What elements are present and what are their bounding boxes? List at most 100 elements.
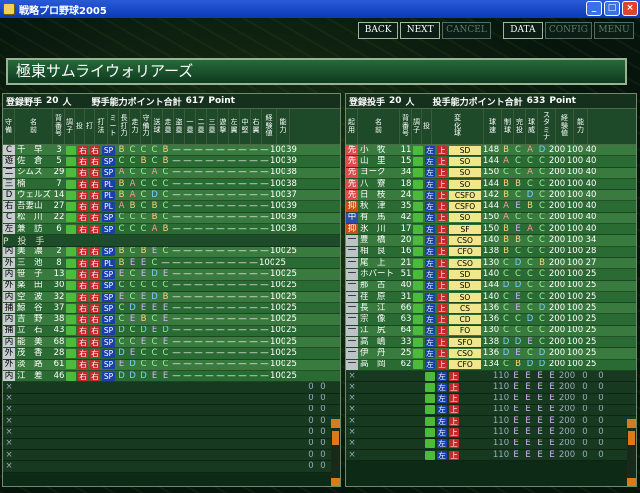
next-button[interactable]: NEXT <box>400 22 441 39</box>
empty-roster-slot[interactable]: × 左上 110 E E E E 200 0 0 <box>346 370 636 383</box>
empty-roster-slot[interactable]: × 左上 110 E E E E 200 0 0 <box>346 404 636 417</box>
scroll-up-icon[interactable] <box>331 419 340 428</box>
ability-grade: C <box>129 167 136 178</box>
minimize-button[interactable]: _ <box>586 1 602 16</box>
pitcher-row[interactable]: 一尾 上 21 左上 CSO 130 C D C B 200 100 27 <box>346 257 636 270</box>
pitcher-row[interactable]: 一荏 原 31 左上 SO 140 C E C C 200 100 25 <box>346 291 636 304</box>
fielder-row[interactable]: 右吾妻山 27 右右 PL A B C B C — — — — — — — — —100 39 <box>3 201 340 213</box>
scroll-down-icon[interactable] <box>331 478 340 486</box>
position-aptitude: — <box>172 314 181 325</box>
empty-roster-slot[interactable]: × 0 0 <box>3 427 340 439</box>
pitcher-row[interactable]: 一相 良 16 左上 CFO 138 B C C C 200 100 28 <box>346 246 636 258</box>
fielder-row[interactable]: 内笹 子 13 右右 SP E C E D E — — — — — — — — —100 25 <box>3 269 340 281</box>
position-aptitude: — <box>172 348 181 358</box>
fielder-row[interactable]: 捕立 石 43 右右 SP D C D E D — — — — — — — — —100 25 <box>3 325 340 338</box>
fielder-row[interactable]: 内能 美 68 右右 SP C C E C E — — — — — — — — —100 25 <box>3 337 340 349</box>
empty-roster-slot[interactable]: × 左上 110 E E E E 200 0 0 <box>346 450 636 462</box>
data-button[interactable]: DATA <box>502 22 543 39</box>
pitcher-row[interactable]: 一高 岡 62 左上 CFO 134 C B D D 200 100 25 <box>346 359 636 371</box>
pitcher-row[interactable]: 一長 江 66 左上 CS 136 C E C D 200 100 25 <box>346 303 636 315</box>
fielder-row[interactable]: 捕鯨 谷 37 右右 SP C D E E E — — — — — — — — —100 25 <box>3 303 340 315</box>
fielder-row[interactable]: 左兼 訪 6 右右 SP C C C A B — — — — — — — — —100 38 <box>3 224 340 236</box>
ability-grade: C <box>503 291 509 302</box>
pitcher-row[interactable]: 一江 尻 64 左上 FO 130 C C C C 200 100 25 <box>346 325 636 338</box>
empty-roster-slot[interactable]: × 0 0 <box>3 450 340 462</box>
pitcher-row[interactable]: 先ヨーク 34 左上 SO 150 C C A C 200 100 40 <box>346 167 636 179</box>
throw-slot: 上 <box>449 394 459 404</box>
fielder-row[interactable]: 二シムス 29 右右 SP A C C A C — — — — — — — — —100 38 <box>3 167 340 179</box>
fielders-list[interactable]: C千 早 3 右右 SP B C C C B — — — — — — — — —100 39 遊佐 倉 5 右右 SP C C B… <box>3 145 340 473</box>
empty-roster-slot[interactable]: × 左上 110 E E E E 200 0 0 <box>346 382 636 394</box>
position-aptitude: — <box>238 167 247 178</box>
fielder-row[interactable]: 外三 池 8 右右 PL B E E C — — — — — — — — —100 25 <box>3 257 340 270</box>
fielder-row[interactable]: D ウェルズ 14 右右 PL B A C D C — — — — — — — — —100 37 <box>3 190 340 202</box>
empty-roster-slot[interactable]: × 左上 110 E E E E 200 0 0 <box>346 416 636 428</box>
condition-icon <box>66 337 76 347</box>
menu-button[interactable]: MENU <box>594 22 634 39</box>
position-aptitude: — <box>216 201 225 212</box>
pitcher-row[interactable]: 一ホバート 51 左上 SD 140 C C C C 200 100 25 <box>346 269 636 281</box>
fielders-scrollbar[interactable] <box>331 419 340 486</box>
position-aptitude: — <box>172 246 181 257</box>
scroll-thumb[interactable] <box>332 431 339 445</box>
pitchers-list[interactable]: 先小 牧 11 左上 SD 148 B C A D 200 100 40 先山 里 15 左上 SO 144 A C… <box>346 145 636 462</box>
condition-icon <box>66 348 76 358</box>
ability-value: 25 <box>585 325 597 336</box>
config-button[interactable]: CONFIG <box>544 22 592 39</box>
pitcher-row[interactable]: 抑氷 川 17 左上 SF 150 B E A C 200 100 40 <box>346 224 636 236</box>
fielder-row[interactable]: 外茂 香 28 右右 SP D E C C C — — — — — — — — —100 25 <box>3 348 340 360</box>
maximize-button[interactable]: □ <box>604 1 620 16</box>
pitcher-row[interactable]: 一宗 像 63 左上 CD 136 C C D C 200 100 25 <box>346 314 636 326</box>
fielder-row[interactable]: 外淡 路 61 右右 SP E D C C C — — — — — — — — —100 25 <box>3 359 340 371</box>
fielder-row[interactable]: C松 川 22 右右 SP C C C B C — — — — — — — — —100 39 <box>3 212 340 225</box>
empty-roster-slot[interactable]: × 0 0 <box>3 438 340 451</box>
fielder-row[interactable]: 遊佐 倉 5 右右 SP C C B C B — — — — — — — — —100 39 <box>3 156 340 168</box>
ability-grade: B <box>140 156 147 166</box>
fielders-col-header: 名 前 <box>15 109 53 144</box>
fielder-row[interactable]: 内江 差 46 右右 SP D D D E E — — — — — — — — —100 25 <box>3 370 340 383</box>
condition-icon <box>413 236 423 246</box>
pitcher-row[interactable]: 先日 枝 24 左上 CSFO 142 B C D C 200 100 40 <box>346 190 636 202</box>
pitcher-row[interactable]: 一豊 橋 20 左上 CSO 140 B B C C 200 100 34 <box>346 235 636 247</box>
fielder-row[interactable]: C千 早 3 右右 SP B C C C B — — — — — — — — —100 39 <box>3 145 340 157</box>
ability-grade: D <box>526 359 534 370</box>
scroll-thumb[interactable] <box>628 431 635 445</box>
condition-icon <box>66 360 76 370</box>
empty-roster-slot[interactable]: × 左上 110 E E E E 200 0 0 <box>346 393 636 405</box>
ability-grade: C <box>129 269 136 279</box>
back-button[interactable]: BACK <box>358 22 399 39</box>
experience-value: 0 <box>308 461 314 471</box>
fielder-row[interactable]: 内吉 野 38 右右 SP C E B C E — — — — — — — — —100 25 <box>3 314 340 326</box>
fielder-row[interactable]: 外薬 田 30 右右 SP C C C C C — — — — — — — — —100 25 <box>3 280 340 292</box>
pitcher-row[interactable]: 先山 里 15 左上 SO 144 A C C C 200 100 40 <box>346 156 636 168</box>
cancel-button[interactable]: CANCEL <box>442 22 491 39</box>
empty-roster-slot[interactable]: × 左上 110 E E E E 200 0 0 <box>346 427 636 439</box>
pitcher-row[interactable]: 一高 嶋 33 左上 SFO 138 D D E C 200 100 25 <box>346 337 636 349</box>
pitcher-row[interactable]: 抑秋 津 35 左上 CSFO 144 A E B C 200 100 40 <box>346 201 636 213</box>
pitcher-row[interactable]: 先八 寮 18 左上 SO 144 B B C C 200 100 40 <box>346 178 636 191</box>
stamina: 200 <box>558 450 576 460</box>
empty-roster-slot[interactable]: × 0 0 <box>3 416 340 428</box>
close-button[interactable]: × <box>622 1 638 16</box>
player-name: 相 良 <box>360 246 386 257</box>
pitcher-row[interactable]: 一那 古 40 左上 SD 144 D D C C 200 100 25 <box>346 280 636 292</box>
fielders-col-header: 投 <box>75 109 85 144</box>
scroll-down-icon[interactable] <box>627 478 636 486</box>
empty-roster-slot[interactable]: × 左上 110 E E E E 200 0 0 <box>346 438 636 451</box>
ability-grade: E <box>151 303 158 313</box>
pitcher-row[interactable]: 一伊 丹 25 左上 CSO 136 D E C D 200 100 25 <box>346 348 636 360</box>
ability-grade: E <box>162 269 169 279</box>
fielder-row[interactable]: 三楠 7 右右 PL B A C C C — — — — — — — — —100 38 <box>3 178 340 191</box>
empty-roster-slot[interactable]: × 0 0 <box>3 461 340 473</box>
pitcher-row[interactable]: 中有 馬 42 左上 SO 150 A C C C 200 100 40 <box>346 212 636 225</box>
empty-roster-slot[interactable]: × 0 0 <box>3 393 340 405</box>
empty-roster-slot[interactable]: × 0 0 <box>3 382 340 394</box>
ability-grade: B <box>515 359 521 370</box>
scroll-up-icon[interactable] <box>627 419 636 428</box>
pitcher-row[interactable]: 先小 牧 11 左上 SD 148 B C A D 200 100 40 <box>346 145 636 157</box>
empty-roster-slot[interactable]: × 0 0 <box>3 404 340 417</box>
pitchers-scrollbar[interactable] <box>627 419 636 486</box>
throw-hand: 左 <box>425 224 435 234</box>
fielder-row[interactable]: 内美 濃 2 右右 SP B C B E C — — — — — — — — —100 25 <box>3 246 340 258</box>
fielder-row[interactable]: 内空 波 32 右右 SP E C E D B — — — — — — — — —100 25 <box>3 291 340 304</box>
